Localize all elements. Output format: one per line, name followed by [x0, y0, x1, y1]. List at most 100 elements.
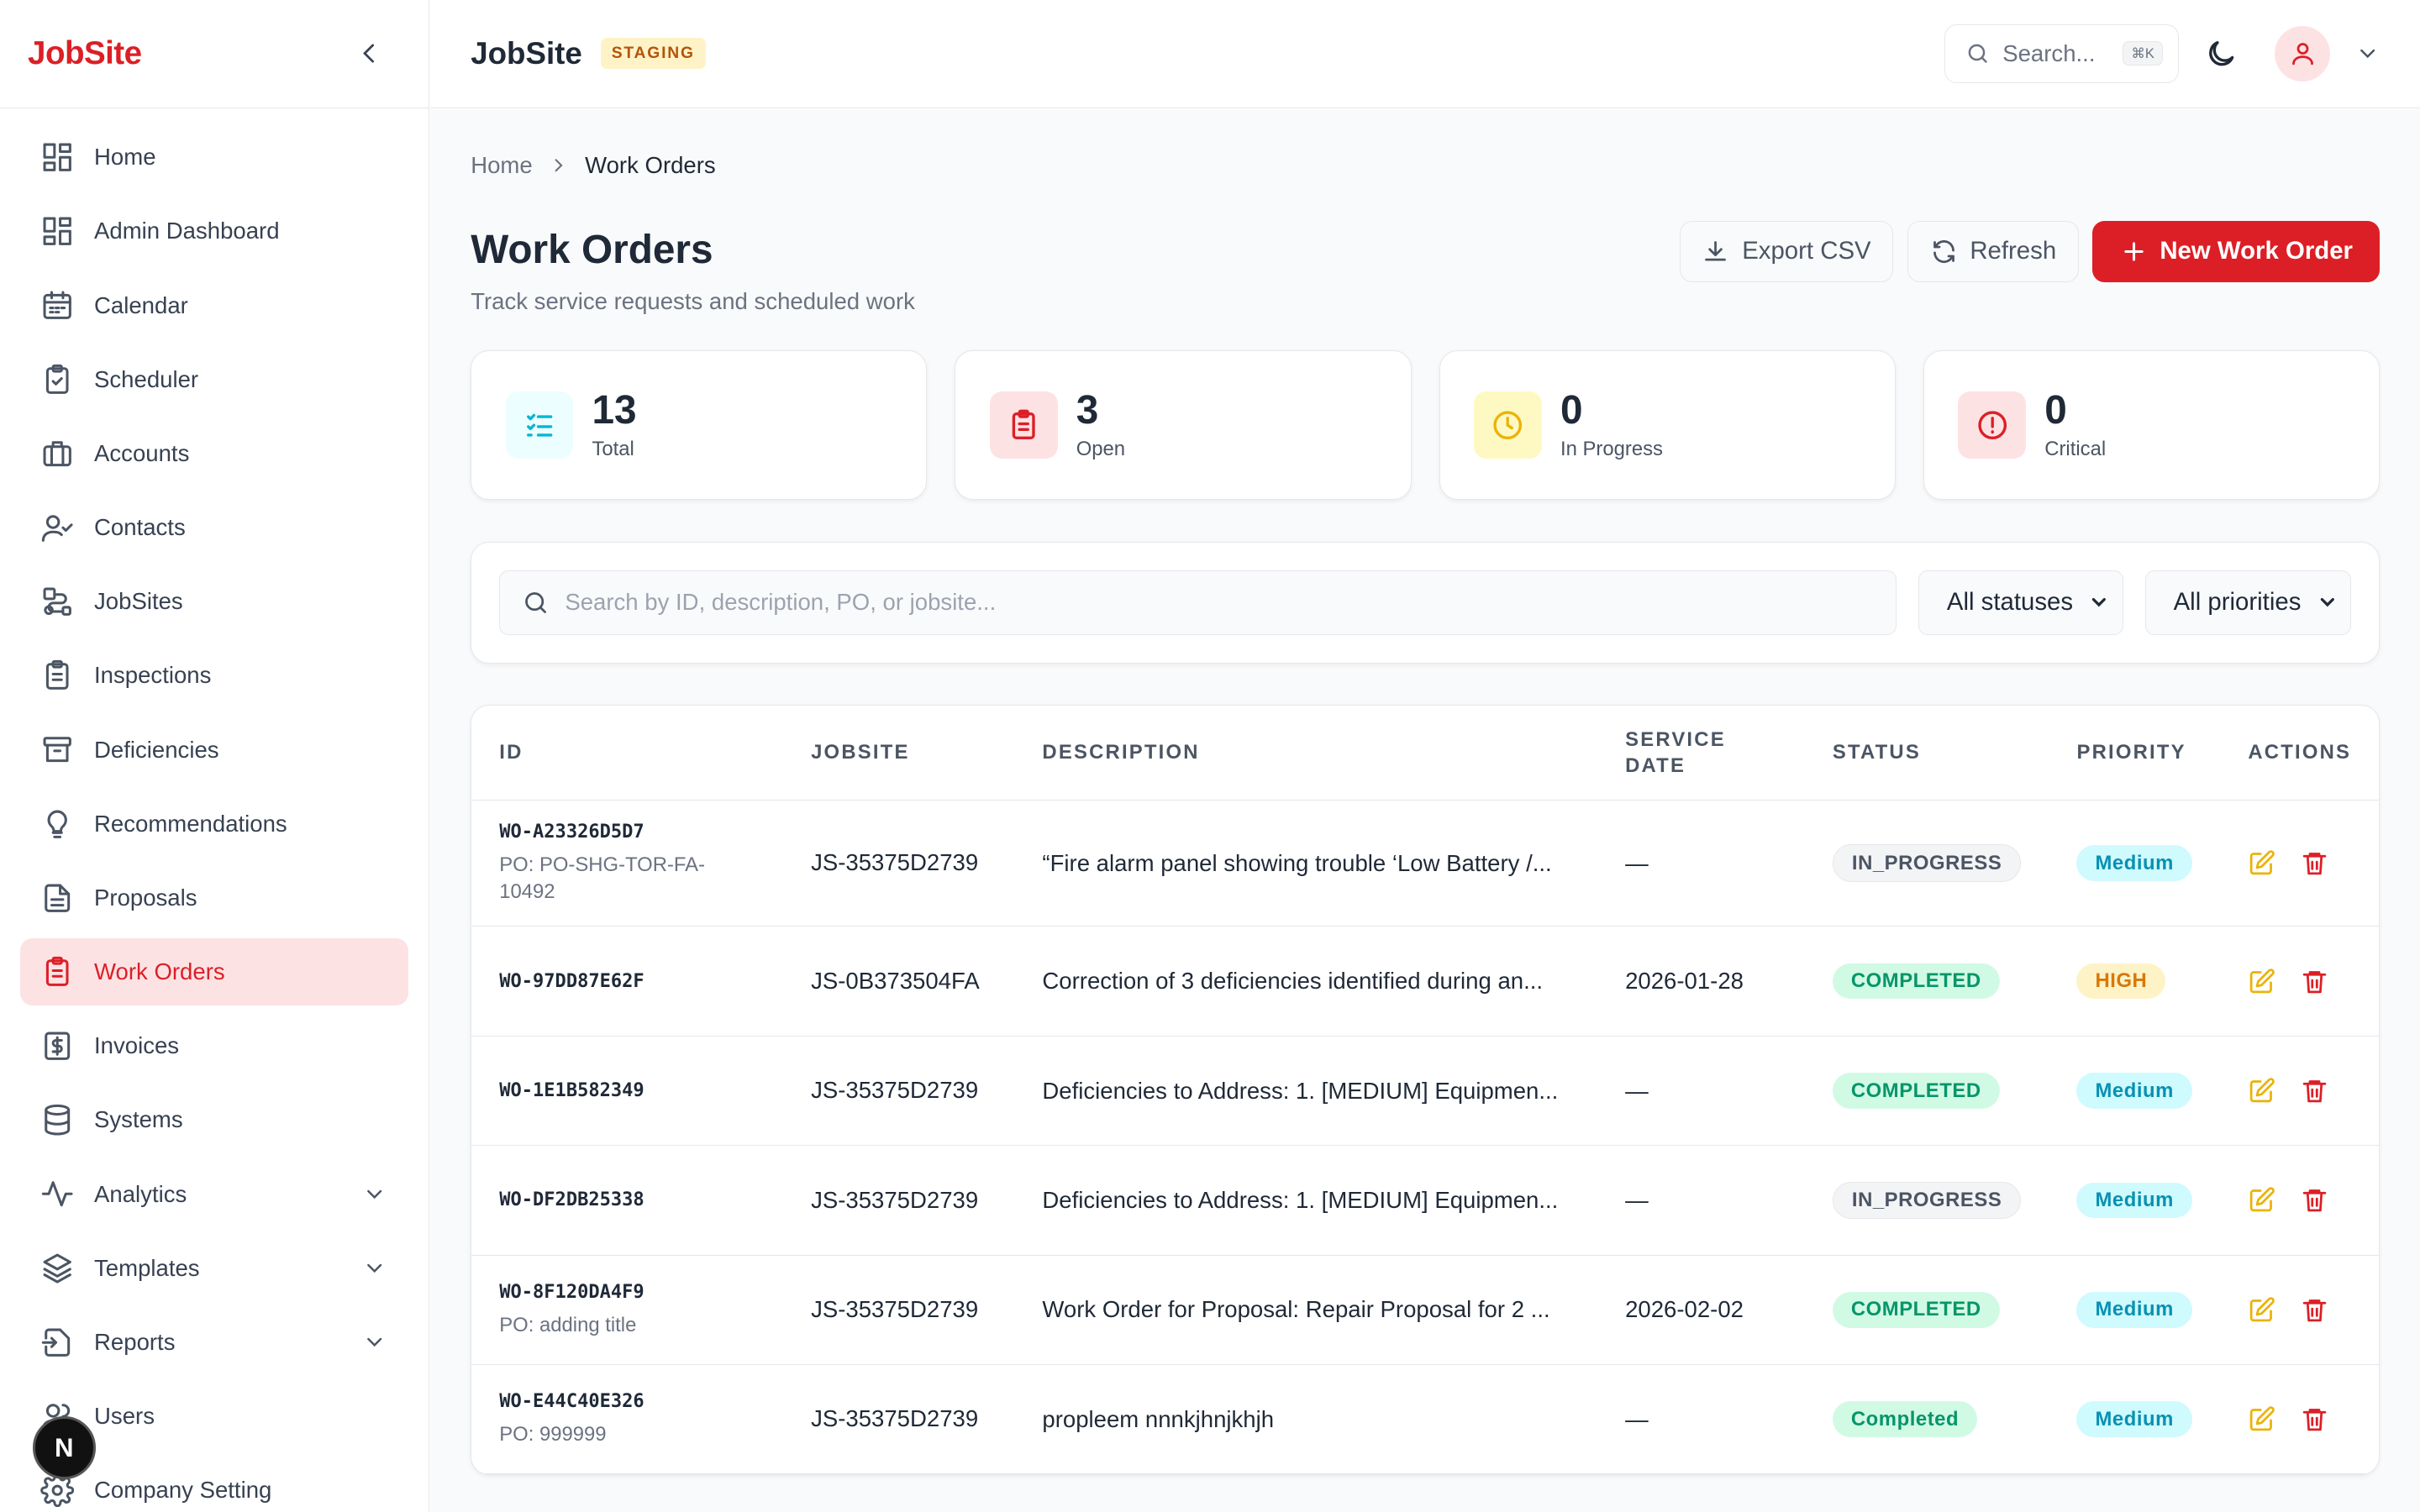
priority-filter-select[interactable]: All priorities: [2144, 570, 2352, 635]
stat-value: 13: [592, 387, 637, 433]
header-description[interactable]: DESCRIPTION: [1014, 706, 1598, 801]
header-status[interactable]: STATUS: [1804, 706, 2049, 801]
sidebar-item-jobsites[interactable]: JobSites: [20, 568, 408, 636]
sidebar-item-work-orders[interactable]: Work Orders: [19, 937, 408, 1006]
cell-id: WO-A23326D5D7 PO: PO-SHG-TOR-FA-10492: [471, 800, 784, 927]
sidebar-item-home[interactable]: Home: [20, 123, 408, 192]
cell-actions: [2220, 1255, 2380, 1366]
table-row[interactable]: WO-1E1B582349 JS-35375D2739 Deficiencies t…: [471, 1036, 2380, 1147]
table-row[interactable]: WO-DF2DB25338 JS-35375D2739 Deficiencies t…: [471, 1145, 2380, 1256]
work-order-id[interactable]: WO-E44C40E326: [499, 1391, 755, 1412]
collapse-sidebar-icon[interactable]: [354, 38, 385, 69]
sidebar-item-analytics[interactable]: Analytics: [20, 1160, 408, 1228]
sidebar-item-label: Systems: [94, 1106, 183, 1133]
grid-icon: [43, 143, 71, 171]
work-order-id[interactable]: WO-97DD87E62F: [499, 971, 755, 992]
sidebar-item-contacts[interactable]: Contacts: [20, 494, 408, 562]
description-value: propleem nnnkjhnjkhjh: [1042, 1405, 1275, 1432]
new-work-order-button[interactable]: New Work Order: [2092, 220, 2381, 283]
clipboard-check-icon: [45, 364, 69, 394]
jobsite-value[interactable]: JS-35375D2739: [811, 847, 981, 879]
sidebar-item-deficiencies[interactable]: Deficiencies: [20, 716, 408, 784]
stat-label: Critical: [2044, 438, 2107, 461]
cell-priority: HIGH: [2049, 926, 2221, 1037]
table-row[interactable]: WO-E44C40E326 PO: 999999 JS-35375D2739 prop…: [471, 1364, 2380, 1475]
sidebar-item-accounts[interactable]: Accounts: [20, 420, 408, 488]
search-icon: [1968, 44, 1987, 63]
trash-icon[interactable]: [2301, 1296, 2328, 1324]
table-row[interactable]: WO-97DD87E62F JS-0B373504FA Correction of …: [471, 926, 2380, 1037]
user-avatar[interactable]: [2275, 25, 2331, 81]
jobsite-value[interactable]: JS-35375D2739: [811, 1074, 981, 1107]
work-order-po: PO: 999999: [499, 1423, 607, 1446]
sidebar-item-templates[interactable]: Templates: [20, 1234, 408, 1302]
sidebar-item-scheduler[interactable]: Scheduler: [20, 345, 408, 413]
trash-icon[interactable]: [2301, 968, 2328, 995]
status-badge: COMPLETED: [1832, 1291, 2000, 1328]
work-order-id[interactable]: WO-1E1B582349: [499, 1080, 755, 1101]
sidebar-item-inspections[interactable]: Inspections: [20, 642, 408, 710]
header-jobsite[interactable]: JOBSITE: [783, 706, 1015, 801]
alert-circle-icon: [1977, 411, 2007, 439]
cell-status: IN_PROGRESS: [1804, 1145, 2049, 1256]
export-csv-button[interactable]: Export CSV: [1679, 220, 1894, 283]
brand-logo[interactable]: JobSite: [28, 35, 142, 72]
cell-jobsite: JS-0B373504FA: [783, 926, 1015, 1037]
header-priority[interactable]: PRIORITY: [2049, 706, 2221, 801]
edit-icon[interactable]: [2248, 1077, 2275, 1105]
edit-icon[interactable]: [2248, 849, 2275, 877]
table-row[interactable]: WO-A23326D5D7 PO: PO-SHG-TOR-FA-10492 JS-3…: [471, 800, 2380, 927]
edit-icon[interactable]: [2248, 1186, 2275, 1214]
moon-icon[interactable]: [2204, 37, 2238, 71]
trash-icon[interactable]: [2301, 1077, 2328, 1105]
edit-icon[interactable]: [2248, 1405, 2275, 1433]
sidebar-item-calendar[interactable]: Calendar: [20, 271, 408, 339]
edit-icon[interactable]: [2248, 1296, 2275, 1324]
stat-label: Open: [1076, 438, 1126, 461]
refresh-icon: [1933, 239, 1954, 263]
sidebar-item-proposals[interactable]: Proposals: [20, 864, 408, 932]
sidebar-item-label: Company Setting: [94, 1477, 272, 1504]
sidebar-item-invoices[interactable]: Invoices: [20, 1012, 408, 1080]
cell-service-date: —: [1597, 1036, 1805, 1147]
page-header: Work Orders Track service requests and s…: [471, 220, 2381, 357]
jobsite-value[interactable]: JS-35375D2739: [811, 1184, 981, 1217]
clipboard-list-icon: [45, 660, 69, 690]
cell-description: Work Order for Proposal: Repair Proposal…: [1014, 1255, 1598, 1366]
sidebar-item-recommendations[interactable]: Recommendations: [20, 790, 408, 858]
header-service-date[interactable]: SERVICE DATE: [1597, 706, 1805, 801]
sidebar-item-reports[interactable]: Reports: [20, 1308, 408, 1376]
refresh-button[interactable]: Refresh: [1907, 220, 2079, 283]
breadcrumb-home[interactable]: Home: [471, 152, 532, 179]
trash-icon[interactable]: [2301, 1186, 2328, 1214]
chevron-down-icon[interactable]: [2355, 41, 2380, 66]
status-filter-select[interactable]: All statuses: [1918, 570, 2123, 635]
description-value: Correction of 3 deficiencies identified …: [1042, 968, 1544, 995]
sidebar-item-systems[interactable]: Systems: [20, 1086, 408, 1154]
priority-badge: Medium: [2076, 1073, 2192, 1109]
header-id[interactable]: ID: [471, 706, 784, 801]
jobsite-value[interactable]: JS-0B373504FA: [811, 965, 981, 998]
trash-icon[interactable]: [2301, 1405, 2328, 1433]
sidebar-header: JobSite: [0, 0, 429, 108]
edit-icon[interactable]: [2248, 968, 2275, 995]
table-row[interactable]: WO-8F120DA4F9 PO: adding title JS-35375D27…: [471, 1255, 2380, 1366]
clock-icon: [1493, 411, 1523, 439]
jobsite-value[interactable]: JS-35375D2739: [811, 1294, 981, 1326]
work-order-id[interactable]: WO-A23326D5D7: [499, 822, 755, 843]
sidebar-item-admin-dashboard[interactable]: Admin Dashboard: [20, 197, 408, 265]
work-order-search-input[interactable]: Search by ID, description, PO, or jobsit…: [499, 570, 1897, 635]
jobsite-value[interactable]: JS-35375D2739: [811, 1403, 981, 1436]
lightbulb-icon: [47, 810, 67, 838]
work-order-id[interactable]: WO-8F120DA4F9: [499, 1282, 755, 1303]
trash-icon[interactable]: [2301, 849, 2328, 877]
global-search[interactable]: Search... ⌘K: [1944, 24, 2180, 83]
floating-avatar[interactable]: N: [32, 1416, 96, 1480]
sidebar-item-label: Scheduler: [94, 365, 199, 392]
stat-icon-wrap: [505, 391, 574, 459]
breadcrumb: Home Work Orders: [471, 109, 2380, 220]
cell-actions: [2220, 800, 2380, 927]
work-order-id[interactable]: WO-DF2DB25338: [499, 1189, 755, 1210]
calendar-icon: [43, 291, 71, 320]
chevron-down-icon: [366, 1337, 381, 1347]
